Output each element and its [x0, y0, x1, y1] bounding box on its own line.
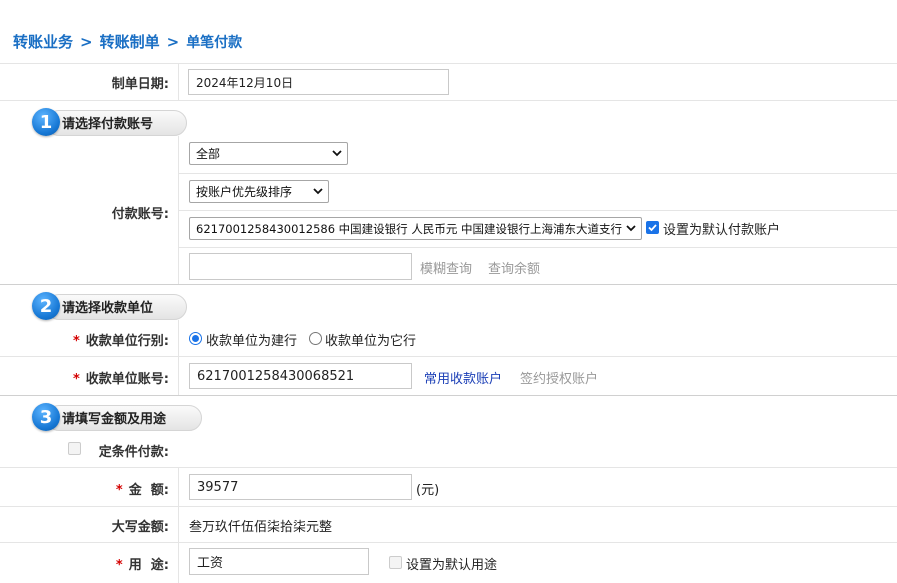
breadcrumb-item-transfer-business[interactable]: 转账业务: [13, 33, 73, 51]
account-filter-value: 全部: [196, 147, 221, 161]
breadcrumb-item-single-payment: 单笔付款: [186, 35, 243, 51]
default-payer-checkbox[interactable]: [646, 221, 659, 234]
radio-payee-ccb[interactable]: [189, 332, 202, 345]
row-divider: [0, 542, 897, 543]
uppercase-amount-label: 大写金额:: [111, 520, 169, 535]
default-payer-label: 设置为默认付款账户: [663, 223, 781, 238]
chevron-down-icon: [626, 225, 636, 232]
section-divider: [0, 395, 897, 396]
step-2-header: 2 请选择收款单位: [32, 292, 187, 320]
payer-account-select[interactable]: 6217001258430012586 中国建设银行 人民币元 中国建设银行上海…: [189, 217, 642, 240]
radio-payee-other-label[interactable]: 收款单位为它行: [325, 330, 416, 349]
section-divider: [0, 284, 897, 285]
date-label: 制单日期:: [111, 77, 169, 92]
row-divider: [178, 210, 897, 211]
purpose-label: * 用 途:: [116, 554, 169, 573]
step-3-header: 3 请填写金额及用途: [32, 403, 202, 431]
step-2-badge-icon: 2: [32, 292, 60, 320]
amount-label: * 金 额:: [116, 479, 169, 498]
breadcrumb: 转账业务 > 转账制单 > 单笔付款: [13, 31, 242, 52]
conditional-payment-checkbox[interactable]: [68, 442, 81, 455]
default-purpose-label: 设置为默认用途: [406, 558, 498, 573]
uppercase-amount-value: 叁万玖仟伍佰柒拾柒元整: [189, 520, 333, 535]
row-divider: [0, 356, 897, 357]
purpose-field[interactable]: [189, 548, 369, 575]
required-mark: *: [115, 483, 123, 498]
date-field[interactable]: [188, 69, 449, 95]
amount-label-text: 金 额:: [128, 483, 169, 498]
column-divider: [178, 467, 179, 583]
default-purpose-checkbox[interactable]: [389, 556, 402, 569]
column-divider: [178, 320, 179, 395]
row-divider: [178, 247, 897, 248]
payer-account-value: 6217001258430012586 中国建设银行 人民币元 中国建设银行上海…: [196, 221, 622, 236]
payer-account-label: 付款账号:: [111, 207, 169, 222]
account-filter-select[interactable]: 全部: [189, 142, 348, 165]
step-2-title: 请选择收款单位: [62, 300, 154, 316]
column-divider: [178, 63, 179, 100]
chevron-down-icon: [332, 150, 342, 157]
breadcrumb-item-transfer-order[interactable]: 转账制单: [100, 33, 160, 51]
row-divider: [0, 467, 897, 468]
row-divider: [178, 173, 897, 174]
row-divider: [0, 506, 897, 507]
signed-accounts-link[interactable]: 签约授权账户: [520, 368, 598, 387]
payee-bank-type-label: * 收款单位行别:: [73, 330, 169, 349]
account-sort-value: 按账户优先级排序: [196, 185, 293, 199]
step-1-header: 1 请选择付款账号: [32, 108, 187, 136]
common-payee-accounts-link[interactable]: 常用收款账户: [424, 368, 502, 387]
account-sort-select[interactable]: 按账户优先级排序: [189, 180, 329, 203]
payee-account-text: 收款单位账号:: [85, 372, 169, 387]
radio-payee-ccb-label[interactable]: 收款单位为建行: [206, 330, 297, 349]
row-divider: [0, 63, 897, 64]
breadcrumb-separator: >: [166, 33, 180, 51]
required-mark: *: [72, 372, 80, 387]
step-3-title: 请填写金额及用途: [62, 411, 167, 427]
column-divider: [178, 136, 179, 284]
row-divider: [0, 100, 897, 101]
radio-payee-other[interactable]: [309, 332, 322, 345]
payee-account-label: * 收款单位账号:: [73, 368, 169, 387]
purpose-label-text: 用 途:: [128, 558, 169, 573]
amount-unit: (元): [416, 483, 440, 498]
required-mark: *: [72, 334, 80, 349]
payee-account-field[interactable]: [189, 363, 412, 389]
balance-query-link[interactable]: 查询余额: [488, 258, 540, 277]
required-mark: *: [115, 558, 123, 573]
conditional-payment-label: 定条件付款:: [98, 445, 169, 460]
step-1-title: 请选择付款账号: [62, 116, 154, 132]
step-3-badge-icon: 3: [32, 403, 60, 431]
amount-field[interactable]: [189, 474, 412, 500]
breadcrumb-separator: >: [80, 33, 93, 51]
chevron-down-icon: [313, 188, 323, 195]
checkmark-icon: [648, 224, 657, 232]
account-search-input[interactable]: [189, 253, 412, 280]
step-1-badge-icon: 1: [32, 108, 60, 136]
fuzzy-query-link[interactable]: 模糊查询: [420, 258, 472, 277]
payee-bank-type-text: 收款单位行别:: [85, 334, 169, 349]
